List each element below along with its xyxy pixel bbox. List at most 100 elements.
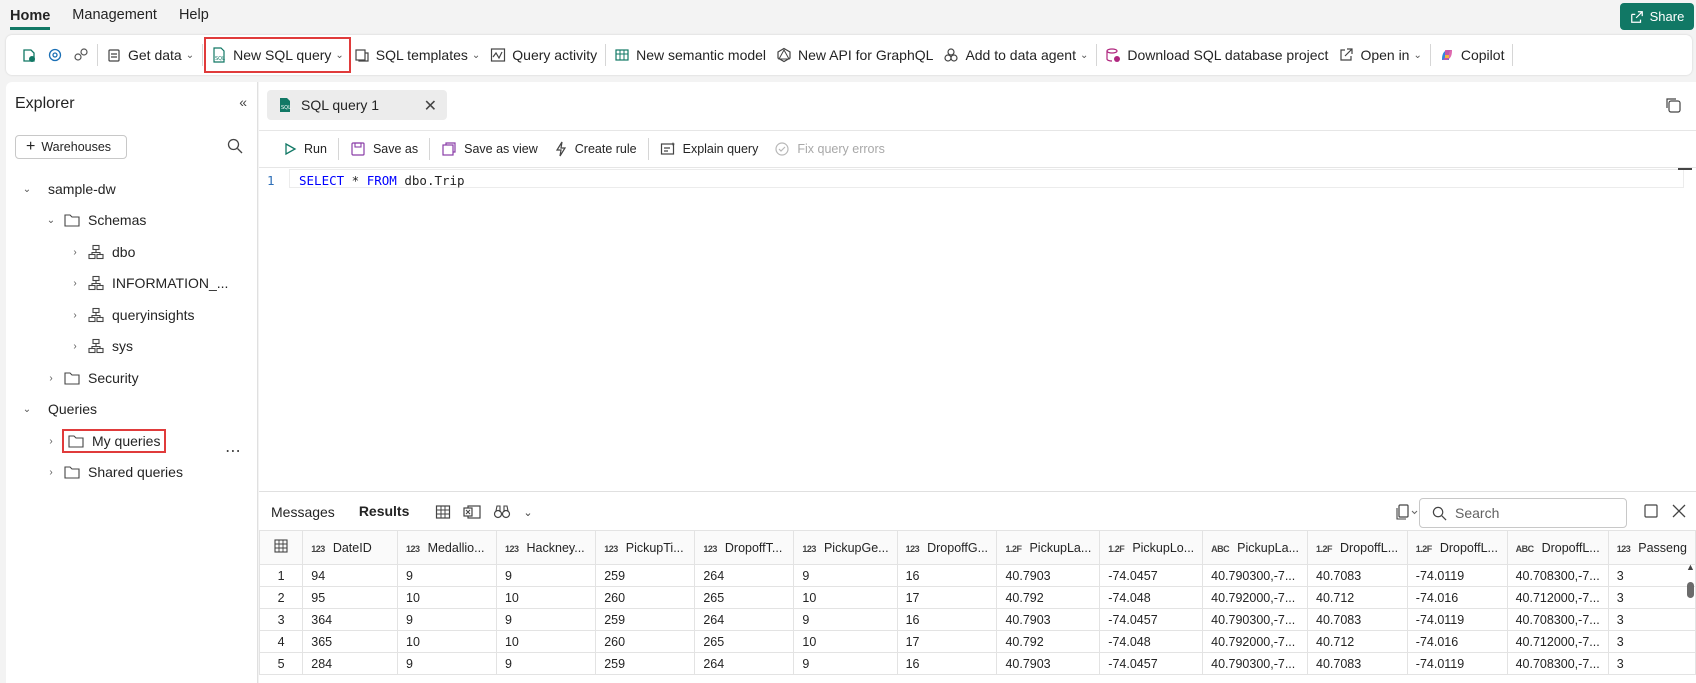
table-cell[interactable]: 10 — [397, 586, 497, 609]
new-semantic-model-button[interactable]: New semantic model — [609, 39, 771, 71]
explain-query-button[interactable]: Explain query — [652, 136, 767, 162]
column-header[interactable]: ABC PickupLa... — [1202, 530, 1308, 565]
table-cell[interactable]: 265 — [694, 586, 795, 609]
column-header[interactable]: 123 DateID — [302, 530, 399, 565]
add-to-data-agent-button[interactable]: Add to data agent ⌄ — [938, 39, 1093, 71]
table-row[interactable]: 1 94 9 9 259 264 9 16 40.7903 -74.0457 40.790300,-… — [258, 564, 1696, 587]
table-cell[interactable]: 9 — [495, 608, 597, 631]
table-cell[interactable]: 9 — [793, 564, 898, 587]
table-cell[interactable]: 365 — [302, 630, 399, 653]
column-header[interactable]: ABC DropoffL... — [1506, 530, 1609, 565]
table-cell[interactable]: -74.0119 — [1406, 608, 1508, 631]
tab-results[interactable]: Results — [346, 492, 422, 532]
table-cell[interactable]: 40.7903 — [996, 608, 1101, 631]
column-header[interactable]: 1.2F DropoffL... — [1406, 530, 1508, 565]
table-row[interactable]: 4 365 10 10 260 265 10 17 40.792 -74.048 40.792000… — [258, 630, 1696, 653]
table-row[interactable]: 2 95 10 10 260 265 10 17 40.792 -74.048 40.792000,… — [258, 586, 1696, 609]
scroll-up-icon[interactable]: ▲ — [1686, 562, 1695, 572]
new-warehouse-button[interactable] — [16, 39, 42, 71]
table-cell[interactable]: 40.7903 — [996, 564, 1101, 587]
query-activity-button[interactable]: Query activity — [485, 39, 602, 71]
table-cell[interactable]: 9 — [495, 652, 597, 675]
results-search-input[interactable]: Search — [1419, 498, 1627, 528]
table-cell[interactable]: 40.792000,-7... — [1202, 630, 1308, 653]
search-icon[interactable] — [227, 138, 243, 154]
table-view-icon[interactable] — [435, 504, 451, 520]
column-header[interactable]: 1.2F PickupLo... — [1099, 530, 1204, 565]
table-cell[interactable]: 260 — [595, 630, 696, 653]
table-cell[interactable]: 10 — [793, 586, 898, 609]
row-number[interactable]: 4 — [258, 630, 304, 653]
tree-item-shared-queries[interactable]: › Shared queries — [46, 460, 183, 484]
tab-home[interactable]: Home — [10, 8, 51, 30]
table-cell[interactable]: 40.708300,-7... — [1506, 652, 1609, 675]
scrollbar-thumb[interactable] — [1687, 582, 1694, 598]
table-cell[interactable]: 259 — [595, 652, 696, 675]
more-options-icon[interactable]: ⋯ — [225, 441, 242, 461]
open-in-button[interactable]: Open in ⌄ — [1333, 39, 1426, 71]
table-cell[interactable]: 3 — [1607, 608, 1696, 631]
lineage-button[interactable] — [68, 39, 94, 71]
table-cell[interactable]: 16 — [896, 652, 998, 675]
download-sql-project-button[interactable]: Download SQL database project — [1100, 39, 1333, 71]
table-cell[interactable]: 17 — [896, 630, 998, 653]
create-rule-button[interactable]: Create rule — [546, 136, 645, 162]
table-cell[interactable]: 3 — [1607, 652, 1696, 675]
table-cell[interactable]: 10 — [793, 630, 898, 653]
table-cell[interactable]: 40.790300,-7... — [1202, 564, 1308, 587]
column-header[interactable]: 123 DropoffG... — [896, 530, 998, 565]
column-header[interactable]: 123 Hackney... — [495, 530, 597, 565]
table-cell[interactable]: 260 — [595, 586, 696, 609]
new-graphql-api-button[interactable]: New API for GraphQL — [771, 39, 938, 71]
select-all-cell[interactable] — [258, 530, 304, 565]
maximize-icon[interactable] — [1644, 504, 1658, 521]
table-cell[interactable]: 265 — [694, 630, 795, 653]
table-cell[interactable]: 40.790300,-7... — [1202, 608, 1308, 631]
table-cell[interactable]: -74.0457 — [1099, 564, 1204, 587]
tree-item-sample-dw[interactable]: ⌄ sample-dw — [22, 177, 116, 201]
tree-item-security[interactable]: › Security — [46, 366, 138, 390]
tab-help[interactable]: Help — [179, 7, 209, 27]
close-icon[interactable]: ✕ — [424, 96, 437, 116]
table-cell[interactable]: 40.712 — [1307, 586, 1408, 609]
row-number[interactable]: 5 — [258, 652, 304, 675]
results-scrollbar[interactable]: ▲ — [1686, 562, 1695, 682]
table-cell[interactable]: 95 — [302, 586, 399, 609]
row-number[interactable]: 1 — [258, 564, 304, 587]
binoculars-icon[interactable] — [493, 504, 511, 520]
share-button[interactable]: Share — [1620, 3, 1694, 30]
table-cell[interactable]: 259 — [595, 564, 696, 587]
collapse-panel-icon[interactable]: « — [239, 94, 247, 110]
excel-icon[interactable] — [463, 504, 481, 520]
tree-item-schema-dbo[interactable]: › dbo — [70, 240, 135, 264]
table-cell[interactable]: 10 — [495, 630, 597, 653]
table-cell[interactable]: 40.792 — [996, 586, 1101, 609]
table-cell[interactable]: -74.0457 — [1099, 652, 1204, 675]
table-cell[interactable]: 40.712000,-7... — [1506, 586, 1609, 609]
table-cell[interactable]: 40.792 — [996, 630, 1101, 653]
table-cell[interactable]: 40.792000,-7... — [1202, 586, 1308, 609]
close-icon[interactable] — [1672, 504, 1686, 521]
table-cell[interactable]: 9 — [397, 564, 497, 587]
table-cell[interactable]: 40.708300,-7... — [1506, 564, 1609, 587]
row-number[interactable]: 3 — [258, 608, 304, 631]
table-cell[interactable]: 9 — [397, 608, 497, 631]
tab-management[interactable]: Management — [72, 7, 157, 27]
table-cell[interactable]: 10 — [495, 586, 597, 609]
table-cell[interactable]: 264 — [694, 608, 795, 631]
table-cell[interactable]: -74.048 — [1099, 630, 1204, 653]
table-cell[interactable]: 264 — [694, 652, 795, 675]
table-cell[interactable]: -74.016 — [1406, 630, 1508, 653]
table-cell[interactable]: 40.712000,-7... — [1506, 630, 1609, 653]
save-as-button[interactable]: Save as — [342, 136, 426, 162]
table-cell[interactable]: 16 — [896, 564, 998, 587]
table-cell[interactable]: 40.7083 — [1307, 564, 1408, 587]
table-cell[interactable]: -74.048 — [1099, 586, 1204, 609]
tree-item-schema-sys[interactable]: › sys — [70, 334, 133, 358]
tree-item-schema-queryinsights[interactable]: › queryinsights — [70, 303, 194, 327]
column-header[interactable]: 1.2F PickupLa... — [996, 530, 1101, 565]
tree-item-schema-information[interactable]: › INFORMATION_... — [70, 271, 228, 295]
table-cell[interactable]: 364 — [302, 608, 399, 631]
tab-messages[interactable]: Messages — [259, 492, 347, 532]
get-data-button[interactable]: Get data ⌄ — [101, 39, 199, 71]
